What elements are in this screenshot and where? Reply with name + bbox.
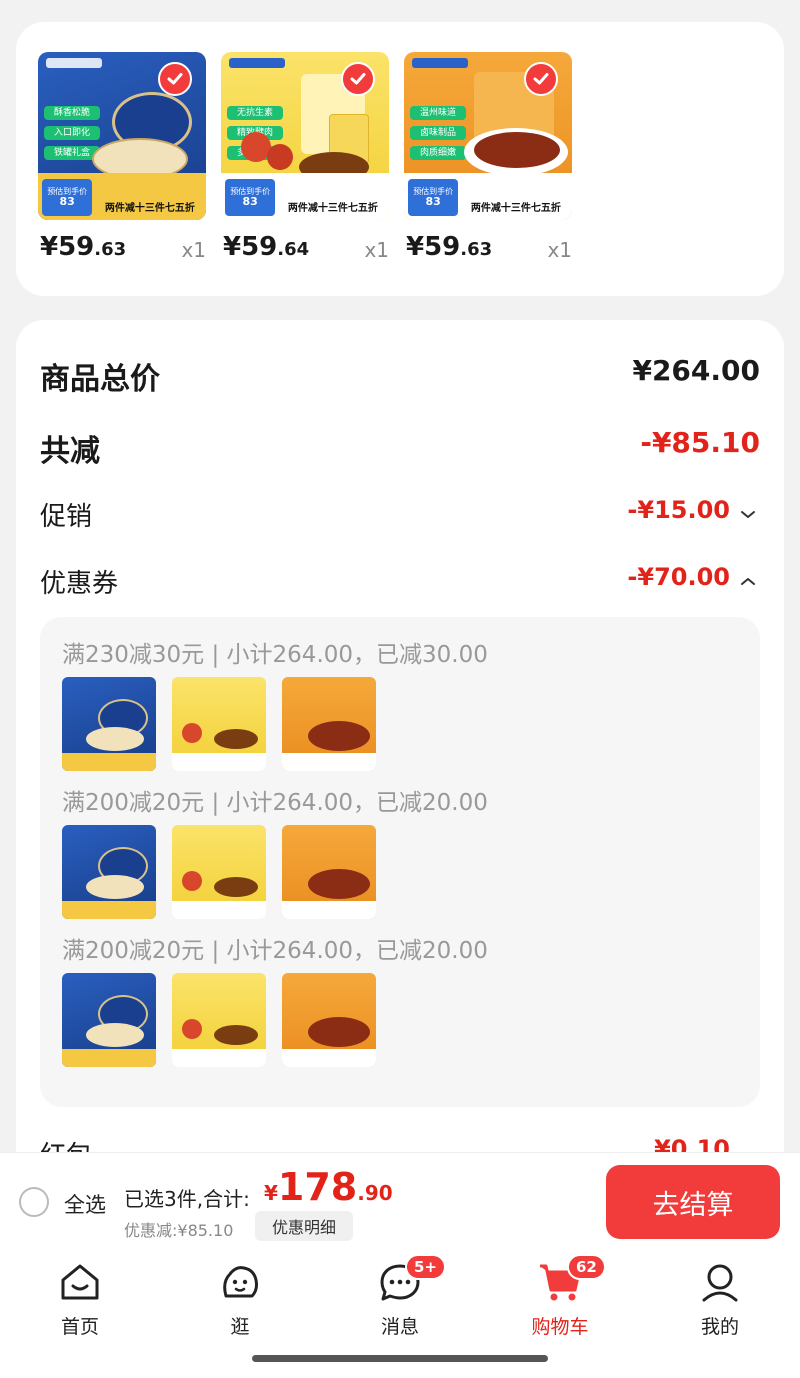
- total-reduction-row: 共减 -¥85.10: [40, 426, 760, 470]
- coupon-detail-panel: 满230减30元 | 小计264.00，已减30.00 满200减20元 | 小…: [40, 617, 760, 1107]
- selected-check-icon[interactable]: [524, 62, 558, 96]
- coupon-product-thumbnail: [282, 973, 376, 1067]
- coupon-label: 优惠券: [40, 569, 119, 599]
- selected-count-text: 已选3件,合计:: [124, 1187, 250, 1211]
- checkout-button[interactable]: 去结算: [606, 1165, 780, 1239]
- product-item[interactable]: 酥香松脆 入口即化 铁罐礼盒 预估到手价 83 两件减十三件七五折 ¥59.63 …: [38, 52, 206, 262]
- coupon-rule-text: 满200减20元 | 小计264.00，已减20.00: [62, 938, 488, 964]
- selected-check-icon[interactable]: [158, 62, 192, 96]
- discount-text: 优惠减:¥85.10: [124, 1221, 234, 1240]
- product-price: ¥59.63: [406, 232, 493, 262]
- profile-icon: [702, 1264, 738, 1302]
- select-all-label[interactable]: 全选: [64, 1189, 106, 1219]
- total-price-value: ¥264.00: [632, 354, 760, 387]
- tab-label: 我的: [700, 1316, 739, 1338]
- total-price-label: 商品总价: [40, 362, 160, 397]
- coupon-product-thumbnail: [172, 825, 266, 919]
- home-icon: [61, 1264, 99, 1300]
- product-price: ¥59.63: [40, 232, 127, 262]
- price-summary-card: 商品总价 ¥264.00 共减 -¥85.10 促销 -¥15.00 优惠券 -…: [16, 320, 784, 1220]
- tab-label: 消息: [380, 1316, 419, 1338]
- product-quantity: x1: [181, 238, 206, 262]
- coupon-rule-text: 满230减30元 | 小计264.00，已减30.00: [62, 642, 488, 668]
- tab-messages[interactable]: 消息 5+: [345, 1254, 455, 1346]
- product-quantity: x1: [547, 238, 572, 262]
- tab-cart[interactable]: 购物车 62: [505, 1254, 615, 1346]
- total-reduction-value: -¥85.10: [640, 426, 760, 459]
- product-item[interactable]: 无抗生素 精致腱肉 多道少肥 预估到手价83 两件减十三件七五折 ¥59.64 …: [221, 52, 389, 262]
- total-price-row: 商品总价 ¥264.00: [40, 354, 760, 398]
- coupon-product-thumbnail: [172, 973, 266, 1067]
- tab-label: 逛: [230, 1316, 250, 1338]
- selected-products-card: 酥香松脆 入口即化 铁罐礼盒 预估到手价 83 两件减十三件七五折 ¥59.63 …: [16, 22, 784, 296]
- chevron-up-icon[interactable]: [738, 571, 758, 591]
- coupon-group: 满200减20元 | 小计264.00，已减20.00: [62, 787, 488, 919]
- browse-icon: [223, 1266, 258, 1298]
- product-price: ¥59.64: [223, 232, 310, 262]
- coupon-product-thumbnail: [62, 973, 156, 1067]
- product-thumbnail[interactable]: 温州味道 卤味制品 肉质细嫩 预估到手价 83 两件减十三件七五折: [404, 52, 572, 220]
- product-item[interactable]: 温州味道 卤味制品 肉质细嫩 预估到手价 83 两件减十三件七五折 ¥59.63 …: [404, 52, 572, 262]
- coupon-product-thumbnail: [282, 825, 376, 919]
- coupon-product-thumbnail: [172, 677, 266, 771]
- chevron-down-icon[interactable]: [738, 504, 758, 524]
- coupon-product-thumbnail: [62, 825, 156, 919]
- cart-count-badge: 62: [567, 1254, 606, 1280]
- selected-check-icon[interactable]: [341, 62, 375, 96]
- tab-profile[interactable]: 我的: [665, 1260, 775, 1346]
- coupon-product-thumbnail: [62, 677, 156, 771]
- coupon-group: 满230减30元 | 小计264.00，已减30.00: [62, 639, 488, 771]
- select-all-radio[interactable]: [19, 1187, 49, 1217]
- total-reduction-label: 共减: [40, 434, 100, 469]
- product-thumbnail[interactable]: 无抗生素 精致腱肉 多道少肥 预估到手价83 两件减十三件七五折: [221, 52, 389, 220]
- coupon-row[interactable]: 优惠券 -¥70.00: [40, 563, 760, 607]
- tab-home[interactable]: 首页: [25, 1260, 135, 1346]
- product-quantity: x1: [364, 238, 389, 262]
- tab-label: 购物车: [531, 1316, 589, 1338]
- product-thumbnail[interactable]: 酥香松脆 入口即化 铁罐礼盒 预估到手价 83 两件减十三件七五折: [38, 52, 206, 220]
- coupon-group: 满200减20元 | 小计264.00，已减20.00: [62, 935, 488, 1067]
- discount-detail-button[interactable]: 优惠明细: [255, 1211, 353, 1241]
- coupon-rule-text: 满200减20元 | 小计264.00，已减20.00: [62, 790, 488, 816]
- home-indicator: [252, 1355, 548, 1362]
- checkout-total-price: ¥178.90: [264, 1165, 393, 1209]
- tab-label: 首页: [60, 1316, 99, 1338]
- tab-browse[interactable]: 逛: [185, 1260, 295, 1346]
- checkout-bar: 全选 已选3件,合计: ¥178.90 优惠减:¥85.10 优惠明细 去结算: [0, 1152, 800, 1250]
- promotion-label: 促销: [40, 502, 93, 532]
- coupon-product-thumbnail: [282, 677, 376, 771]
- message-count-badge: 5+: [405, 1254, 447, 1280]
- promotion-row[interactable]: 促销 -¥15.00: [40, 496, 760, 540]
